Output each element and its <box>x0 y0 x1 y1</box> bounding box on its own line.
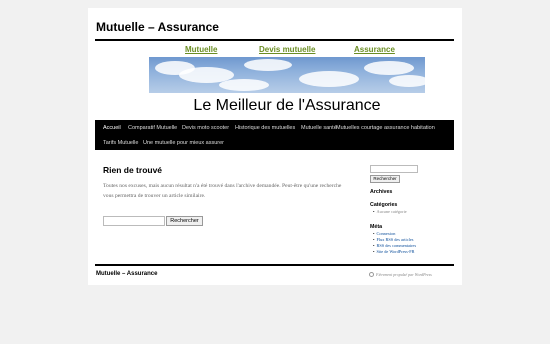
wordpress-icon <box>369 272 374 277</box>
page-title: Rien de trouvé <box>103 165 163 175</box>
site-title[interactable]: Mutuelle – Assurance <box>96 20 219 34</box>
nav-item-comparatif-mutuelle[interactable]: Comparatif Mutuelle <box>128 125 177 131</box>
nav-item-une-mutuelle[interactable]: Une mutuelle pour mieux assurer <box>143 140 224 146</box>
nav-item-tarifs-mutuelle[interactable]: Tarifs Mutuelle <box>103 140 138 146</box>
top-links: Mutuelle Devis mutuelle Assurance <box>95 45 454 57</box>
meta-heading: Méta <box>370 224 383 230</box>
nav-item-mutuelles-courtage[interactable]: Mutuelles courtage assurance habitation <box>336 125 435 131</box>
search-input[interactable] <box>103 216 165 226</box>
nav-item-accueil[interactable]: Accueil <box>103 125 121 131</box>
main-navigation: Accueil Comparatif Mutuelle Devis moto s… <box>95 120 454 150</box>
page-wrapper: Mutuelle – Assurance Mutuelle Devis mutu… <box>88 8 462 285</box>
header-banner: Le Meilleur de l'Assurance <box>149 57 425 125</box>
nav-item-devis-moto-scooter[interactable]: Devis moto scooter <box>182 125 229 131</box>
meta-link-wordpress-fr[interactable]: Site de WordPress-FR <box>373 249 416 255</box>
footer-divider <box>95 264 454 266</box>
top-link-mutuelle[interactable]: Mutuelle <box>185 45 217 54</box>
nav-item-historique-des-mutuelles[interactable]: Historique des mutuelles <box>235 125 295 131</box>
not-found-message: Toutes nos excuses, mais aucun résultat … <box>103 183 342 199</box>
search-button[interactable]: Rechercher <box>166 216 203 226</box>
list-item[interactable]: Aucune catégorie <box>373 209 407 215</box>
nav-item-mutuelle-sante[interactable]: Mutuelle santé <box>301 125 337 131</box>
archives-heading: Archives <box>370 189 393 195</box>
header-divider <box>95 39 454 41</box>
banner-text: Le Meilleur de l'Assurance <box>193 97 381 114</box>
meta-list: Connexion Flux RSS des articles RSS des … <box>373 231 417 255</box>
top-link-devis-mutuelle[interactable]: Devis mutuelle <box>259 45 315 54</box>
sidebar-search-input[interactable] <box>370 165 418 173</box>
top-link-assurance[interactable]: Assurance <box>354 45 395 54</box>
banner-sky-image <box>149 57 425 93</box>
footer-credit-text: Fièrement propulsé par WordPress <box>376 272 432 277</box>
footer-credit[interactable]: Fièrement propulsé par WordPress <box>369 272 432 277</box>
sidebar-search-button[interactable]: Rechercher <box>370 175 400 183</box>
categories-list: Aucune catégorie <box>373 209 407 215</box>
main-content: Rien de trouvé Toutes nos excuses, mais … <box>103 165 353 226</box>
categories-heading: Catégories <box>370 202 398 208</box>
footer-site-title[interactable]: Mutuelle – Assurance <box>96 271 157 277</box>
